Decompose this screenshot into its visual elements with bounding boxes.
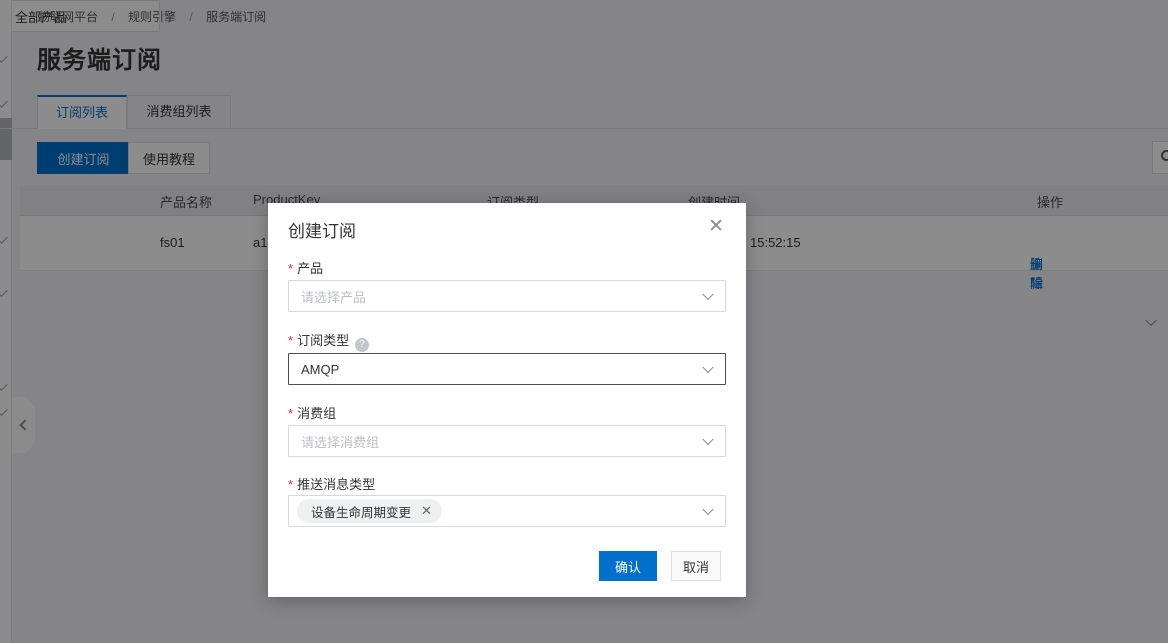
confirm-button[interactable]: 确认	[599, 551, 657, 581]
push-message-type-select[interactable]: 设备生命周期变更 ✕	[288, 495, 726, 527]
tag-remove-icon[interactable]: ✕	[421, 503, 432, 519]
product-select-placeholder: 请选择产品	[301, 287, 366, 306]
product-select[interactable]: 请选择产品	[288, 280, 726, 312]
product-field-label: *产品	[288, 258, 323, 277]
consumer-group-placeholder: 请选择消费组	[301, 432, 379, 451]
selected-tag: 设备生命周期变更 ✕	[297, 499, 442, 523]
chevron-down-icon	[702, 289, 713, 300]
chevron-down-icon	[702, 434, 713, 445]
create-subscription-dialog: 创建订阅 ✕ *产品 请选择产品 *订阅类型? AMQP *消费组 请选择消费组…	[268, 203, 746, 597]
chevron-down-icon	[702, 362, 713, 373]
help-icon[interactable]: ?	[355, 338, 369, 352]
required-mark: *	[288, 261, 293, 276]
required-mark: *	[288, 406, 293, 421]
chevron-down-icon	[702, 504, 713, 515]
subscribe-type-field-label: *订阅类型?	[288, 330, 369, 352]
subscribe-type-value: AMQP	[301, 362, 339, 377]
dialog-title: 创建订阅	[288, 217, 356, 242]
selected-tag-label: 设备生命周期变更	[311, 502, 411, 521]
push-message-type-field-label: *推送消息类型	[288, 474, 375, 493]
subscribe-type-select[interactable]: AMQP	[288, 353, 726, 385]
required-mark: *	[288, 333, 293, 348]
required-mark: *	[288, 477, 293, 492]
close-icon[interactable]: ✕	[708, 217, 724, 236]
consumer-group-field-label: *消费组	[288, 403, 336, 422]
consumer-group-select[interactable]: 请选择消费组	[288, 425, 726, 457]
cancel-button[interactable]: 取消	[671, 551, 721, 581]
